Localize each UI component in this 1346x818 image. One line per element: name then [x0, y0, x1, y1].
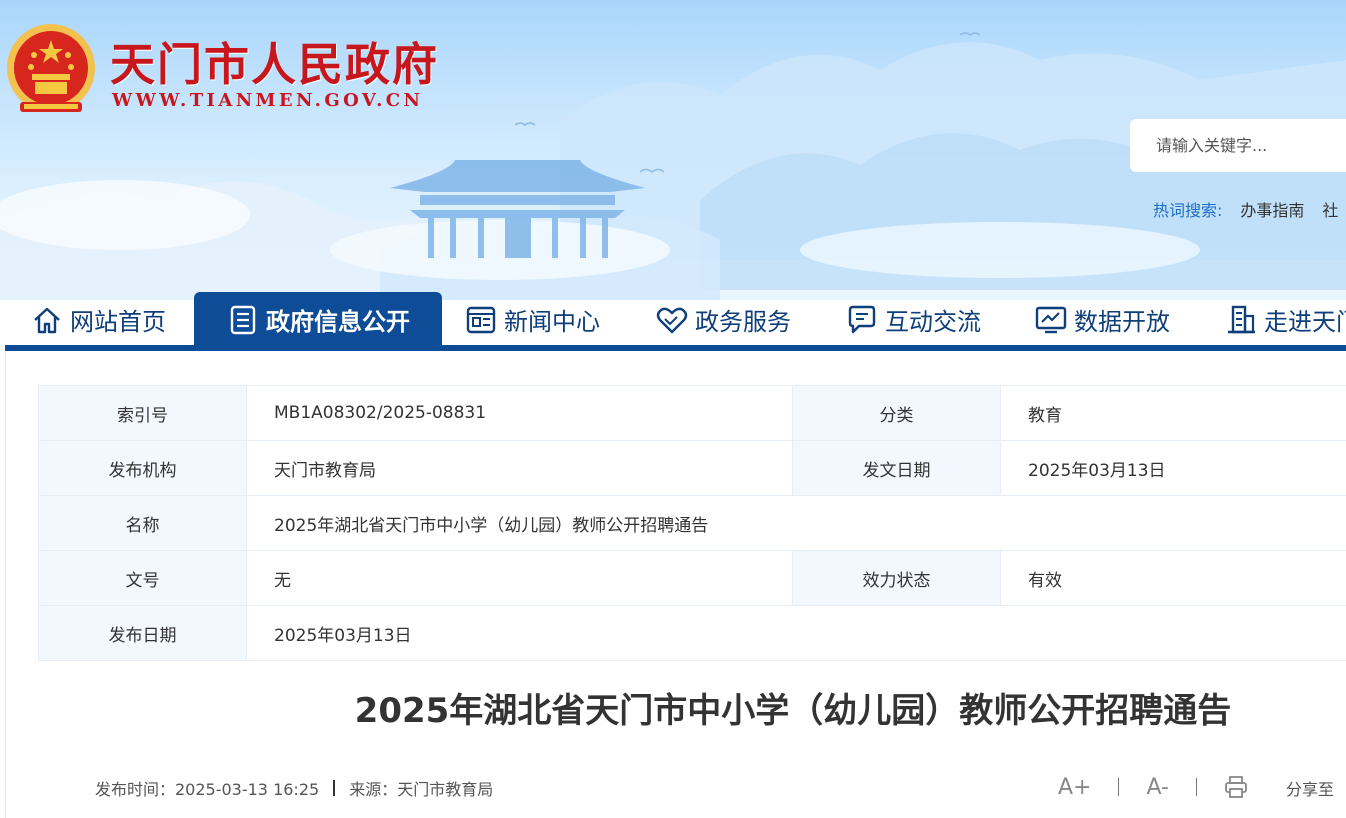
nav-item-about[interactable]: 走进天门 [1224, 292, 1346, 347]
document-meta-table: 索引号 MB1A08302/2025-08831 分类 教育 发布机构 天门市教… [38, 385, 1346, 661]
nav-item-label: 政府信息公开 [266, 308, 410, 336]
table-row: 文号 无 效力状态 有效 [38, 550, 1346, 606]
meta-key: 名称 [38, 495, 247, 551]
site-url: WWW.TIANMEN.GOV.CN [112, 90, 424, 111]
table-row: 发布机构 天门市教育局 发文日期 2025年03月13日 [38, 440, 1346, 496]
nav-item-label: 新闻中心 [504, 308, 600, 336]
nav-item-label: 网站首页 [70, 308, 166, 336]
table-row: 发布日期 2025年03月13日 [38, 605, 1346, 661]
font-decrease-button[interactable]: A- [1146, 775, 1169, 800]
hot-word-link[interactable]: 办事指南 [1240, 201, 1304, 220]
share-label[interactable]: 分享至 [1286, 776, 1334, 800]
printer-icon [1225, 776, 1247, 798]
meta-key: 发文日期 [792, 440, 1001, 496]
table-row: 索引号 MB1A08302/2025-08831 分类 教育 [38, 385, 1346, 441]
nav-item-services[interactable]: 政务服务 [655, 292, 791, 347]
nav-item-gov-info[interactable]: 政府信息公开 [194, 292, 442, 347]
chart-monitor-icon [1035, 306, 1067, 333]
nav-item-home[interactable]: 网站首页 [30, 292, 166, 347]
meta-value: 教育 [1000, 385, 1346, 441]
meta-value: 2025年03月13日 [246, 605, 1346, 661]
print-button[interactable] [1224, 776, 1248, 798]
hot-search-label: 热词搜索: [1153, 201, 1223, 220]
nav-item-label: 互动交流 [885, 308, 981, 336]
meta-key: 效力状态 [792, 550, 1001, 606]
nav-item-label: 走进天门 [1264, 308, 1346, 336]
publish-time: 发布时间：2025-03-13 16:25 [95, 780, 320, 799]
hot-search: 热词搜索: 办事指南社 [1153, 197, 1338, 221]
hot-word-link[interactable]: 社 [1322, 201, 1338, 220]
divider [1118, 778, 1120, 796]
main-nav: 网站首页 政府信息公开 新闻中心 政务服务 互动交流 数据开放 走进天 [0, 292, 1346, 347]
meta-value: 天门市教育局 [246, 440, 793, 496]
article-source: 来源：天门市教育局 [349, 780, 494, 799]
nav-item-label: 数据开放 [1074, 308, 1170, 336]
header-banner: 天门市人民政府 WWW.TIANMEN.GOV.CN 热词搜索: 办事指南社 [0, 0, 1346, 300]
meta-value: 有效 [1000, 550, 1346, 606]
nav-item-label: 政务服务 [695, 308, 791, 336]
nav-item-open-data[interactable]: 数据开放 [1034, 292, 1170, 347]
divider [333, 780, 336, 796]
table-row: 名称 2025年湖北省天门市中小学（幼儿园）教师公开招聘通告 [38, 495, 1346, 551]
chat-icon [848, 305, 876, 333]
home-icon [34, 307, 60, 333]
meta-key: 索引号 [38, 385, 247, 441]
document-list-icon [230, 305, 256, 334]
meta-value: 2025年湖北省天门市中小学（幼儿园）教师公开招聘通告 [246, 495, 1346, 551]
font-increase-button[interactable]: A+ [1058, 775, 1091, 800]
search-box [1130, 119, 1346, 172]
meta-key: 文号 [38, 550, 247, 606]
building-icon [1228, 305, 1255, 333]
meta-key: 发布机构 [38, 440, 247, 496]
nav-item-news[interactable]: 新闻中心 [464, 292, 600, 347]
meta-value: MB1A08302/2025-08831 [246, 385, 793, 441]
national-emblem-icon [7, 24, 95, 112]
meta-key: 分类 [792, 385, 1001, 441]
newspaper-icon [466, 306, 496, 333]
nav-item-interaction[interactable]: 互动交流 [845, 292, 981, 347]
meta-value: 2025年03月13日 [1000, 440, 1346, 496]
article-title: 2025年湖北省天门市中小学（幼儿园）教师公开招聘通告 [354, 691, 1232, 731]
heart-handshake-icon [656, 307, 688, 333]
meta-key: 发布日期 [38, 605, 247, 661]
site-title[interactable]: 天门市人民政府 [110, 28, 439, 93]
meta-value: 无 [246, 550, 793, 606]
article-tools: A+ A- [1058, 770, 1248, 804]
search-input[interactable] [1130, 119, 1346, 172]
article-info: 发布时间：2025-03-13 16:25 来源：天门市教育局 [95, 776, 493, 800]
divider [1196, 778, 1197, 796]
